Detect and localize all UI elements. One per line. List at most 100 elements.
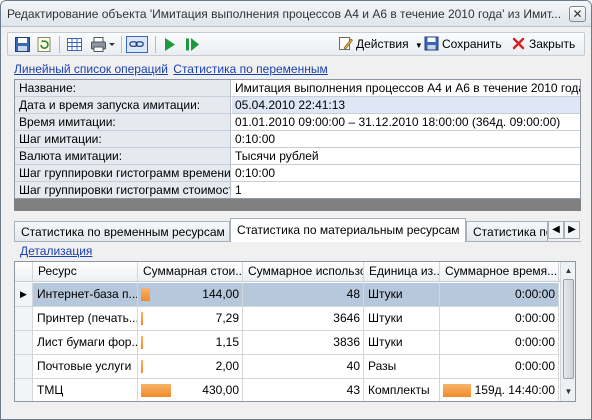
cell-resource[interactable]: Лист бумаги фор... (33, 331, 138, 354)
property-value[interactable]: Имитация выполнения процессов А4 и А6 в … (232, 80, 580, 96)
property-value[interactable]: 05.04.2010 22:41:13 (232, 97, 580, 113)
cell-cost[interactable]: 7,29 (138, 307, 243, 330)
property-value[interactable]: 0:10:00 (232, 131, 580, 147)
print-icon[interactable] (90, 36, 116, 53)
cell-usage[interactable]: 48 (243, 283, 364, 306)
title-bar[interactable]: Редактирование объекта 'Имитация выполне… (1, 1, 591, 27)
toolbar-separator (155, 36, 156, 53)
save-icon[interactable] (14, 36, 31, 53)
column-header-usage[interactable]: Суммарное использо... (243, 262, 364, 281)
cost-value: 7,29 (215, 311, 239, 325)
table-row[interactable]: Принтер (печать... 7,29 3646 Штуки 0:00:00 (15, 307, 559, 331)
save-button[interactable]: Сохранить (424, 36, 502, 53)
scroll-down-icon[interactable]: ▼ (562, 385, 575, 399)
cost-value: 144,00 (202, 287, 239, 301)
property-row[interactable]: Шаг группировки гистограмм стоимости: 1 (15, 182, 580, 199)
cell-cost[interactable]: 430,00 (138, 379, 243, 401)
chevron-down-icon: ▼ (414, 41, 423, 50)
refresh-icon[interactable] (36, 36, 53, 53)
cell-resource[interactable]: Принтер (печать... (33, 307, 138, 330)
link-icon[interactable] (126, 36, 148, 53)
cell-resource[interactable]: Интернет-база п... (33, 283, 138, 306)
property-value[interactable]: 0:10:00 (232, 165, 580, 181)
variables-stats-link[interactable]: Статистика по переменным (173, 62, 327, 76)
close-button[interactable]: Закрыть (511, 36, 575, 53)
column-header-cost[interactable]: Суммарная стои... (138, 262, 243, 281)
cost-value: 1,15 (215, 335, 239, 349)
save-icon (424, 36, 439, 51)
time-value: 0:00:00 (514, 335, 555, 349)
property-value[interactable]: 1 (232, 182, 580, 198)
details-link[interactable]: Детализация (20, 244, 92, 259)
time-value: 0:00:00 (514, 359, 555, 373)
grid-vertical-scrollbar[interactable]: ▲ ▼ (560, 262, 575, 401)
operations-list-link[interactable]: Линейный список операций (14, 62, 168, 76)
row-indicator[interactable] (15, 331, 33, 354)
row-indicator[interactable] (15, 307, 33, 330)
tab-variables[interactable]: Статистика по п (466, 221, 548, 242)
cell-unit[interactable]: Штуки (364, 307, 440, 330)
table-icon[interactable] (66, 36, 83, 53)
time-value: 159д. 14:40:00 (474, 383, 555, 397)
tab-scroll-right-button[interactable]: ▶ (564, 221, 580, 239)
scroll-thumb[interactable] (563, 279, 574, 379)
actions-menu-button[interactable]: Действия ▼ (338, 36, 423, 53)
close-label: Закрыть (529, 37, 576, 51)
property-row[interactable]: Название: Имитация выполнения процессов … (15, 80, 580, 97)
grid-header: Ресурс Суммарная стои... Суммарное испол… (15, 262, 575, 282)
tab-material-resources[interactable]: Статистика по материальным ресурсам (230, 218, 466, 242)
cell-usage[interactable]: 40 (243, 355, 364, 378)
cell-time[interactable]: 0:00:00 (440, 355, 559, 378)
window-close-button[interactable]: ✕ (569, 6, 586, 22)
cost-bar (141, 312, 143, 325)
column-header-unit[interactable]: Единица из... (364, 262, 440, 281)
cell-unit[interactable]: Штуки (364, 283, 440, 306)
cell-cost[interactable]: 1,15 (138, 331, 243, 354)
scroll-up-icon[interactable]: ▲ (562, 264, 575, 278)
panel-splitter[interactable] (14, 211, 581, 215)
row-pointer-icon[interactable]: ▶ (15, 283, 33, 306)
window-title: Редактирование объекта 'Имитация выполне… (7, 7, 562, 21)
table-row[interactable]: ТМЦ 430,00 43 Комплекты 159д. 14:40:00 (15, 379, 559, 401)
property-row[interactable]: Шаг группировки гистограмм времени: 0:10… (15, 165, 580, 182)
cell-resource[interactable]: Почтовые услуги (33, 355, 138, 378)
cell-cost[interactable]: 144,00 (138, 283, 243, 306)
toolbar-separator (121, 36, 122, 53)
cell-time[interactable]: 0:00:00 (440, 283, 559, 306)
play-icon[interactable] (161, 36, 178, 53)
tab-time-resources[interactable]: Статистика по временным ресурсам (14, 221, 230, 242)
cell-resource[interactable]: ТМЦ (33, 379, 138, 401)
cell-cost[interactable]: 2,00 (138, 355, 243, 378)
cell-unit[interactable]: Разы (364, 355, 440, 378)
column-header-time[interactable]: Суммарное время... (440, 262, 559, 281)
table-row[interactable]: Почтовые услуги 2,00 40 Разы 0:00:00 (15, 355, 559, 379)
cell-time[interactable]: 0:00:00 (440, 331, 559, 354)
actions-label: Действия (356, 37, 409, 51)
property-name: Название: (15, 80, 231, 96)
row-indicator[interactable] (15, 379, 33, 401)
cost-value: 2,00 (215, 359, 239, 373)
row-indicator[interactable] (15, 355, 33, 378)
cell-usage[interactable]: 43 (243, 379, 364, 401)
cell-usage[interactable]: 3646 (243, 307, 364, 330)
property-value[interactable]: 01.01.2010 09:00:00 – 31.12.2010 18:00:0… (232, 114, 580, 130)
save-label: Сохранить (442, 37, 502, 51)
property-row[interactable]: Шаг имитации: 0:10:00 (15, 131, 580, 148)
cell-unit[interactable]: Штуки (364, 331, 440, 354)
cell-unit[interactable]: Комплекты (364, 379, 440, 401)
property-row[interactable]: Время имитации: 01.01.2010 09:00:00 – 31… (15, 114, 580, 131)
tab-scroll-left-button[interactable]: ◀ (548, 221, 564, 239)
column-header-resource[interactable]: Ресурс (33, 262, 138, 281)
property-row[interactable]: Дата и время запуска имитации: 05.04.201… (15, 97, 580, 114)
property-value[interactable]: Тысячи рублей (232, 148, 580, 164)
cost-bar (141, 384, 171, 397)
property-name: Время имитации: (15, 114, 231, 130)
table-row[interactable]: ▶ Интернет-база п... 144,00 48 Штуки 0:00:00 (15, 283, 559, 307)
cell-time[interactable]: 159д. 14:40:00 (440, 379, 559, 401)
step-play-icon[interactable] (184, 36, 201, 53)
cell-usage[interactable]: 3836 (243, 331, 364, 354)
cell-time[interactable]: 0:00:00 (440, 307, 559, 330)
property-row[interactable]: Валюта имитации: Тысячи рублей (15, 148, 580, 165)
property-name: Шаг группировки гистограмм времени: (15, 165, 231, 181)
table-row[interactable]: Лист бумаги фор... 1,15 3836 Штуки 0:00:00 (15, 331, 559, 355)
